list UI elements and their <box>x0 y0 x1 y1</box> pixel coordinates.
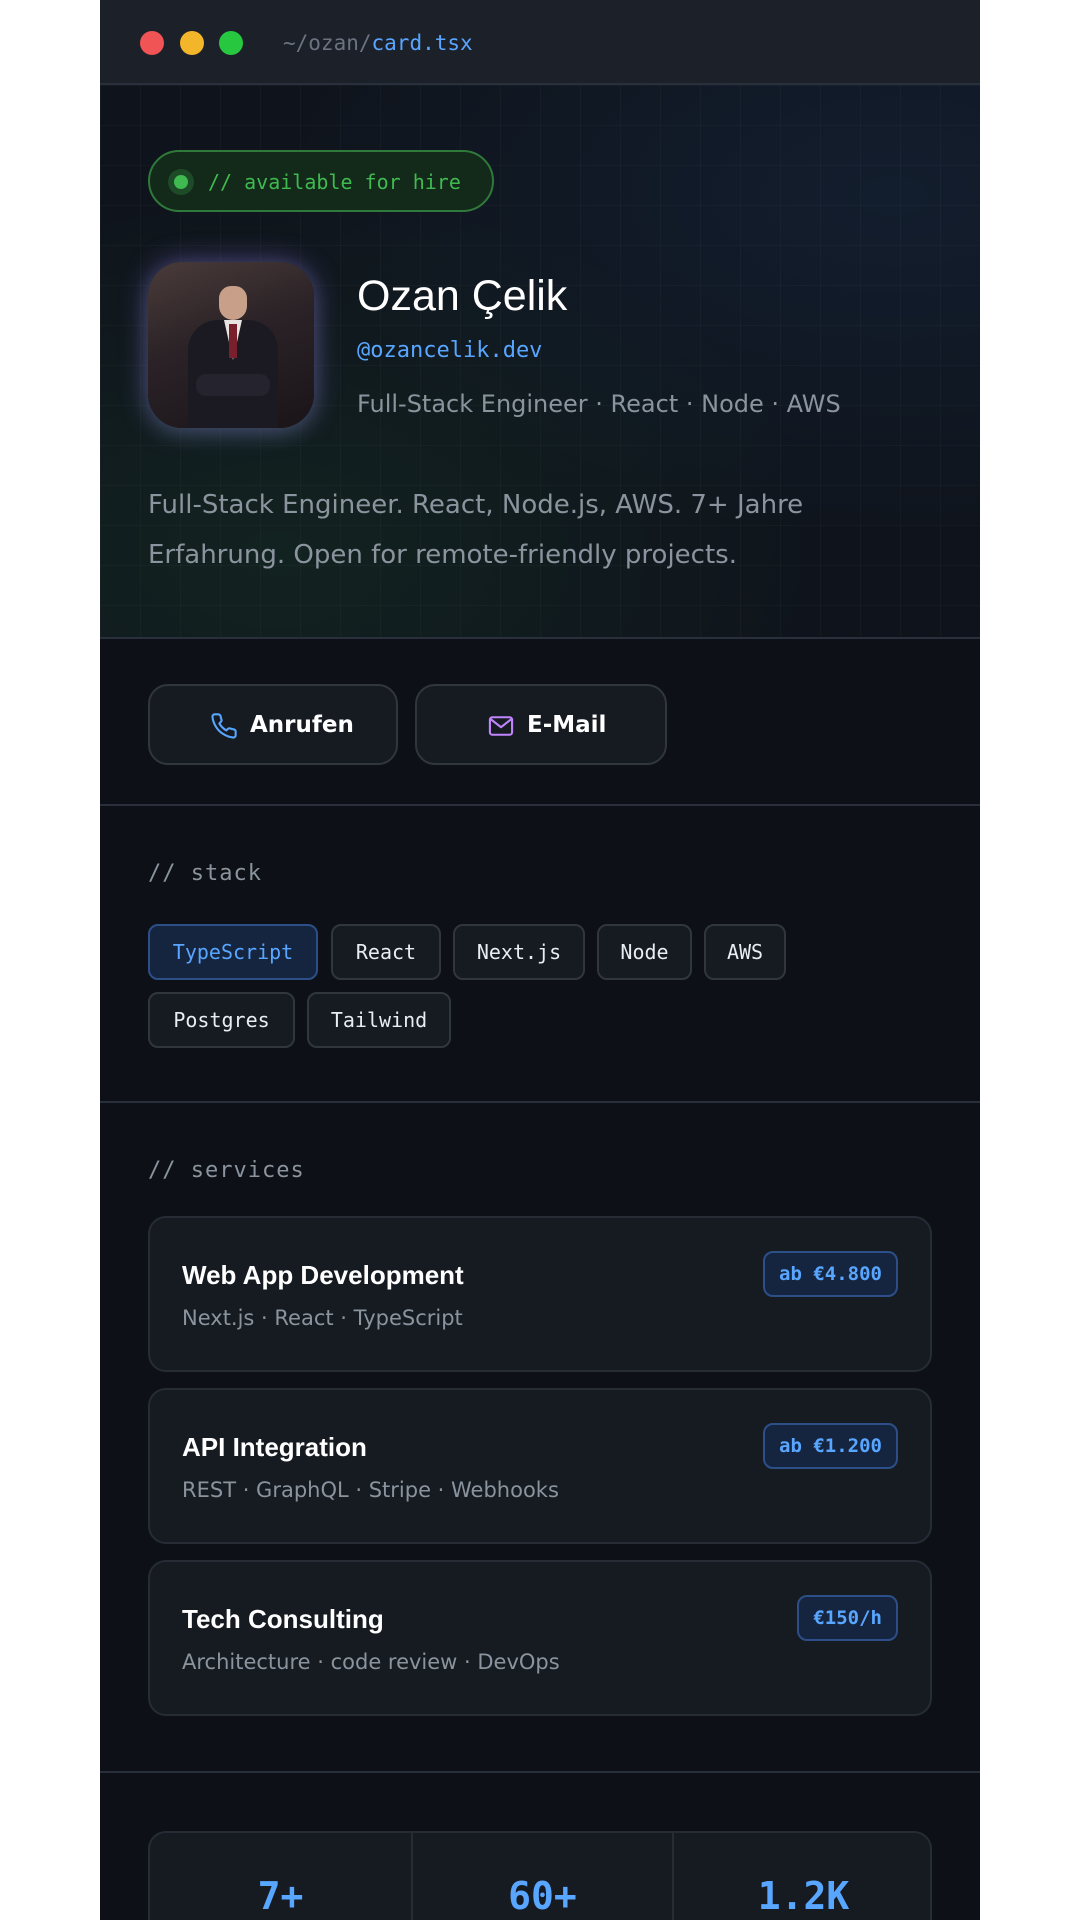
stat-value: 7+ <box>257 1874 304 1918</box>
profile-bio: Full-Stack Engineer. React, Node.js, AWS… <box>148 490 804 570</box>
service-title: Web App Development <box>182 1260 464 1290</box>
stat-value: 60+ <box>508 1874 577 1918</box>
stack-chip-node[interactable]: Node <box>597 924 692 980</box>
email-button[interactable]: E-Mail <box>415 684 667 765</box>
call-button-label: Anrufen <box>250 712 354 738</box>
services-heading: // services <box>148 1158 305 1183</box>
service-price-badge: ab €1.200 <box>763 1423 898 1469</box>
services-section: // services Web App Development Next.js … <box>100 1103 980 1773</box>
avatar <box>148 262 314 428</box>
status-dot-icon <box>168 169 194 195</box>
maximize-window-dot[interactable] <box>219 31 243 55</box>
service-card-tech-consulting[interactable]: Tech Consulting Architecture · code revi… <box>148 1560 932 1716</box>
close-window-dot[interactable] <box>140 31 164 55</box>
service-tags: Architecture · code review · DevOps <box>182 1650 560 1674</box>
file-path-prefix: ~/ozan/ <box>283 31 372 55</box>
stat-value: 1.2K <box>757 1874 850 1918</box>
stats-panel: 7+ 60+ 1.2K <box>148 1831 932 1920</box>
service-title: API Integration <box>182 1432 367 1462</box>
stat-item: 7+ <box>150 1833 411 1920</box>
stat-item: 1.2K <box>672 1833 933 1920</box>
service-card-api-integration[interactable]: API Integration REST · GraphQL · Stripe … <box>148 1388 932 1544</box>
stack-chip-typescript[interactable]: TypeScript <box>148 924 318 980</box>
profile-handle[interactable]: @ozancelik.dev <box>357 335 542 367</box>
availability-text: // available for hire <box>208 170 461 194</box>
stack-chip-react[interactable]: React <box>331 924 441 980</box>
service-price-badge: €150/h <box>797 1595 898 1641</box>
service-price-badge: ab €4.800 <box>763 1251 898 1297</box>
stack-heading: // stack <box>148 861 262 886</box>
file-path: ~/ozan/card.tsx <box>283 28 473 58</box>
stack-chip-aws[interactable]: AWS <box>704 924 786 980</box>
service-card-web-app[interactable]: Web App Development Next.js · React · Ty… <box>148 1216 932 1372</box>
profile-name: Ozan Çelik <box>357 272 568 320</box>
profile-role: Full-Stack Engineer · React · Node · AWS <box>357 390 841 418</box>
service-tags: Next.js · React · TypeScript <box>182 1306 463 1330</box>
service-tags: REST · GraphQL · Stripe · Webhooks <box>182 1478 559 1502</box>
profile-card: ~/ozan/card.tsx // available for hire Oz… <box>100 0 980 1920</box>
email-button-label: E-Mail <box>527 712 607 738</box>
profile-hero: // available for hire Ozan Çelik @ozance… <box>100 85 980 639</box>
service-title: Tech Consulting <box>182 1604 384 1634</box>
stack-chip-tailwind[interactable]: Tailwind <box>307 992 451 1048</box>
phone-icon <box>211 713 237 739</box>
minimize-window-dot[interactable] <box>180 31 204 55</box>
stack-section: // stack TypeScript React Next.js Node A… <box>100 806 980 1103</box>
contact-actions: Anrufen E-Mail <box>100 639 980 806</box>
stat-item: 60+ <box>411 1833 672 1920</box>
file-name: card.tsx <box>371 31 473 55</box>
call-button[interactable]: Anrufen <box>148 684 398 765</box>
availability-badge: // available for hire <box>148 150 494 212</box>
stack-chip-postgres[interactable]: Postgres <box>148 992 295 1048</box>
window-titlebar: ~/ozan/card.tsx <box>100 0 980 85</box>
mail-icon <box>488 716 514 736</box>
stack-chip-nextjs[interactable]: Next.js <box>453 924 585 980</box>
